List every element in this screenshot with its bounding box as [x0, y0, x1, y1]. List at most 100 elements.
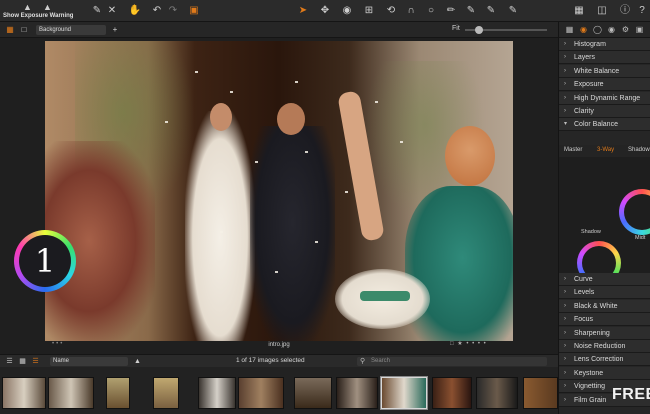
- tool-label: Levels: [574, 289, 595, 297]
- lens-tab-icon[interactable]: ◯: [593, 25, 602, 34]
- eyedropper-tool-icon[interactable]: ✎: [464, 4, 478, 18]
- list-view-icon[interactable]: ☰: [5, 357, 14, 366]
- tool-color-balance[interactable]: ▾ Color Balance: [559, 118, 650, 132]
- tab-3-way[interactable]: 3-Way: [597, 147, 614, 153]
- tool-high-dynamic-range[interactable]: › High Dynamic Range: [559, 91, 650, 105]
- tool-black-white[interactable]: › Black & White: [559, 299, 650, 313]
- grid-view-icon[interactable]: ▦: [3, 23, 17, 37]
- filmstrip-view-icon[interactable]: ☰: [31, 357, 40, 366]
- hand-icon[interactable]: ✋: [128, 4, 142, 18]
- annotate-tool-icon[interactable]: ✎: [506, 4, 520, 18]
- add-layer-icon[interactable]: +: [108, 23, 122, 37]
- tool-exposure[interactable]: › Exposure: [559, 78, 650, 92]
- sort-select[interactable]: Name: [50, 357, 128, 366]
- tool-keystone[interactable]: › Keystone: [559, 366, 650, 380]
- adjust-tab-icon[interactable]: ◉: [579, 25, 588, 34]
- chevron-right-icon: ›: [564, 343, 566, 349]
- eraser-tool-icon[interactable]: ✎: [484, 4, 498, 18]
- view-compare-icon[interactable]: ◫: [595, 4, 609, 18]
- zoom-slider-knob[interactable]: [475, 26, 483, 34]
- tool-focus[interactable]: › Focus: [559, 313, 650, 327]
- redo-icon[interactable]: ↷: [166, 4, 180, 18]
- confetti: [400, 141, 403, 143]
- color-balance-tabs: Master 3-Way Shadow: [559, 145, 650, 157]
- zoom-fit-label[interactable]: Fit: [452, 25, 460, 32]
- view-info-icon[interactable]: ⓘ: [618, 4, 632, 18]
- thumbnail[interactable]: [523, 377, 558, 409]
- layer-select[interactable]: Background: [36, 25, 106, 35]
- star-rating[interactable]: □ ★ • • • •: [450, 340, 487, 347]
- tool-white-balance[interactable]: › White Balance: [559, 64, 650, 78]
- tool-noise-reduction[interactable]: › Noise Reduction: [559, 340, 650, 353]
- panel-tabs: ▦ ◉ ◯ ◉ ⚙ ▣: [559, 22, 650, 38]
- tool-label: Curve: [574, 276, 593, 283]
- thumbnail[interactable]: [294, 377, 332, 409]
- wedding-photo[interactable]: [45, 41, 513, 341]
- search-icon: ⚲: [360, 358, 366, 365]
- tool-label: Exposure: [574, 81, 604, 89]
- zoom-slider[interactable]: [465, 26, 547, 34]
- tool-label: Vignetting: [574, 383, 606, 391]
- confetti: [295, 81, 298, 83]
- tool-label: Color Balance: [574, 121, 618, 129]
- tool-layers[interactable]: › Layers: [559, 51, 650, 65]
- tab-shadow[interactable]: Shadow: [628, 147, 650, 153]
- library-tab-icon[interactable]: ▦: [565, 25, 574, 34]
- thumbnail[interactable]: [106, 377, 130, 409]
- confetti: [315, 241, 318, 243]
- image-viewer[interactable]: ••• intro.jpg □ ★ • • • •: [0, 38, 558, 354]
- spot-tool-icon[interactable]: ○: [424, 4, 438, 18]
- thumbnail[interactable]: [153, 377, 179, 409]
- undo-icon[interactable]: ↶: [150, 4, 164, 18]
- tool-levels[interactable]: › Levels: [559, 286, 650, 300]
- tool-sharpening[interactable]: › Sharpening: [559, 326, 650, 340]
- details-tab-icon[interactable]: ⚙: [621, 25, 630, 34]
- thumbnail[interactable]: [48, 377, 94, 409]
- grid-thumbs-icon[interactable]: ▦: [18, 357, 27, 366]
- tool-label: White Balance: [574, 67, 620, 75]
- keystone-tool-icon[interactable]: ∩: [404, 4, 418, 18]
- midtone-wheel[interactable]: [619, 189, 650, 235]
- exposure-warning-button[interactable]: ▲ ▲ Show Exposure Warning: [3, 2, 83, 21]
- tab-master[interactable]: Master: [564, 147, 582, 153]
- photo-groom-head: [277, 103, 305, 135]
- view-grid-icon[interactable]: ▦: [572, 4, 586, 18]
- thumbnail-selected[interactable]: [380, 376, 428, 410]
- chevron-right-icon: ›: [564, 396, 566, 403]
- copy-apply-icon[interactable]: ▣: [187, 4, 201, 18]
- thumbnail[interactable]: [432, 377, 472, 409]
- sort-direction-icon[interactable]: ▲: [133, 357, 142, 366]
- cursor-tool-icon[interactable]: ➤: [296, 4, 310, 18]
- search-placeholder: Search: [371, 358, 391, 364]
- picker-tool-icon[interactable]: ◉: [340, 4, 354, 18]
- thumbnail[interactable]: [198, 377, 236, 409]
- main-toolbar: ▲ ▲ Show Exposure Warning ✎ ✕ ✋ ↶ ↷ ▣ ➤ …: [0, 0, 650, 22]
- pan-tool-icon[interactable]: ✥: [318, 4, 332, 18]
- tool-clarity[interactable]: › Clarity: [559, 105, 650, 118]
- tool-label: High Dynamic Range: [574, 94, 641, 102]
- thumbnail[interactable]: [2, 377, 46, 409]
- reset-icon[interactable]: ✕: [105, 4, 119, 18]
- single-view-icon[interactable]: □: [17, 23, 31, 37]
- output-tab-icon[interactable]: ▣: [635, 25, 644, 34]
- shadow-wheel-label: Shadow: [581, 229, 601, 235]
- brush-tool-icon[interactable]: ✏: [444, 4, 458, 18]
- thumbnail[interactable]: [476, 377, 518, 409]
- tool-histogram[interactable]: › Histogram: [559, 38, 650, 51]
- tool-lens-correction[interactable]: › Lens Correction: [559, 353, 650, 367]
- color-wheels: Shadow Midt: [559, 157, 650, 277]
- chevron-down-icon: ▾: [564, 121, 568, 128]
- edit-icon[interactable]: ✎: [90, 4, 104, 18]
- search-input[interactable]: ⚲ Search: [357, 357, 547, 366]
- thumbnail[interactable]: [336, 377, 378, 409]
- browser-bar: ☰ ▦ ☰ Name ▲ 1 of 17 images selected ⚲ S…: [0, 354, 558, 367]
- tool-curve[interactable]: › Curve: [559, 273, 650, 286]
- rotate-tool-icon[interactable]: ⟲: [384, 4, 398, 18]
- thumbnail[interactable]: [238, 377, 284, 409]
- color-tab-icon[interactable]: ◉: [607, 25, 616, 34]
- chevron-right-icon: ›: [564, 383, 566, 390]
- help-icon[interactable]: ?: [635, 4, 649, 18]
- shadow-wheel[interactable]: [577, 241, 621, 277]
- confetti: [345, 191, 348, 193]
- crop-tool-icon[interactable]: ⊞: [362, 4, 376, 18]
